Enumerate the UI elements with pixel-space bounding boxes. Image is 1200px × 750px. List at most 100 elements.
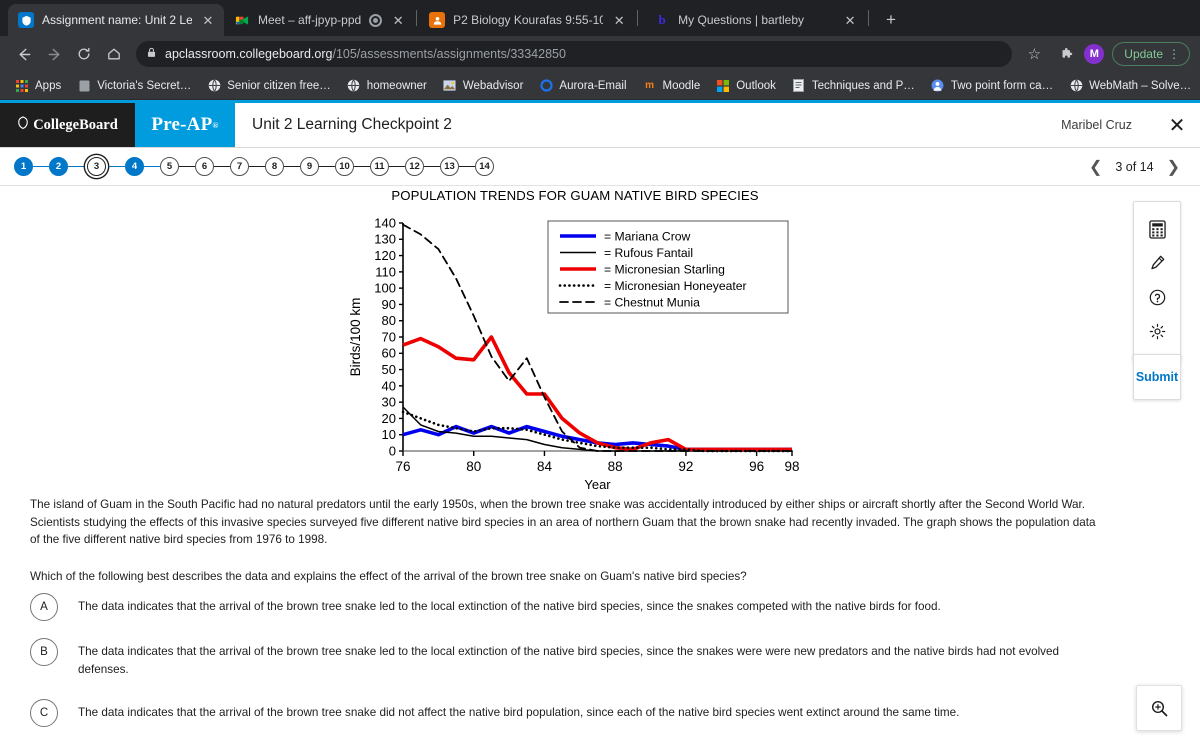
answer-choice-a[interactable]: A The data indicates that the arrival of… — [30, 593, 1090, 621]
svg-text:92: 92 — [678, 459, 693, 474]
question-dot-7[interactable]: 7 — [230, 157, 249, 176]
question-connector — [389, 165, 405, 168]
bookmark-webadvisor[interactable]: Webadvisor — [436, 77, 531, 95]
address-bar[interactable]: apclassroom.collegeboard.org/105/assessm… — [136, 41, 1013, 67]
bookmark-senior-citizen[interactable]: Senior citizen free… — [200, 77, 338, 95]
zoom-in-icon[interactable] — [1136, 685, 1182, 731]
tab-close-icon[interactable]: ✕ — [842, 12, 858, 28]
browser-tab-3[interactable]: b My Questions | bartleby ✕ — [640, 4, 866, 36]
update-button[interactable]: Update ⋮ — [1112, 42, 1190, 66]
bookmark-star-icon[interactable]: ☆ — [1020, 40, 1048, 68]
svg-text:120: 120 — [374, 248, 396, 263]
tab-title: Assignment name: Unit 2 Learn — [42, 13, 192, 27]
question-dot-5[interactable]: 5 — [160, 157, 179, 176]
question-dot-2[interactable]: 2 — [49, 157, 68, 176]
profile-avatar[interactable]: M — [1084, 44, 1105, 64]
question-dot-track: 1 2 3 4 5 6 7 8 9 10 11 12 13 14 — [14, 157, 494, 176]
tab-close-icon[interactable]: ✕ — [390, 12, 406, 28]
page-icon — [77, 79, 91, 93]
globe-icon — [207, 79, 221, 93]
bookmark-victorias-secret[interactable]: Victoria's Secret… — [70, 77, 198, 95]
prev-question-button[interactable]: ❮ — [1089, 157, 1102, 177]
svg-text:Year: Year — [584, 477, 611, 492]
question-dot-9[interactable]: 9 — [300, 157, 319, 176]
question-pager: ❮ 3 of 14 ❯ — [1089, 157, 1186, 177]
svg-text:140: 140 — [374, 215, 396, 230]
bookmark-webmath[interactable]: WebMath – Solve… — [1062, 77, 1198, 95]
question-dot-10[interactable]: 10 — [335, 157, 354, 176]
person-icon — [931, 79, 945, 93]
question-dot-14[interactable]: 14 — [475, 157, 494, 176]
settings-gear-icon[interactable] — [1140, 314, 1174, 348]
question-dot-6[interactable]: 6 — [195, 157, 214, 176]
svg-text:76: 76 — [395, 459, 410, 474]
bookmark-outlook[interactable]: Outlook — [709, 77, 783, 95]
choice-letter-b[interactable]: B — [30, 638, 58, 666]
bookmark-aurora-email[interactable]: Aurora-Email — [532, 77, 633, 95]
svg-text:98: 98 — [784, 459, 799, 474]
highlighter-icon[interactable] — [1140, 246, 1174, 280]
svg-text:= Rufous Fantail: = Rufous Fantail — [604, 246, 693, 260]
question-connector — [354, 165, 370, 168]
question-connector — [68, 165, 84, 168]
browser-tab-2[interactable]: P2 Biology Kourafas 9:55-10:4 ✕ — [419, 4, 635, 36]
question-connector — [459, 165, 475, 168]
bookmark-label: Aurora-Email — [559, 79, 627, 92]
tab-divider — [637, 10, 639, 26]
answer-choice-c[interactable]: C The data indicates that the arrival of… — [30, 699, 1090, 727]
tab-close-icon[interactable]: ✕ — [200, 12, 216, 28]
tab-title: Meet – aff-jpyp-ppd — [258, 13, 362, 27]
question-connector — [424, 165, 440, 168]
calculator-icon[interactable] — [1140, 212, 1174, 246]
question-navigation: 1 2 3 4 5 6 7 8 9 10 11 12 13 14 ❮ 3 of … — [0, 148, 1200, 186]
question-dot-4[interactable]: 4 — [125, 157, 144, 176]
submit-button[interactable]: Submit — [1133, 354, 1181, 400]
google-meet-icon — [234, 12, 250, 28]
close-assignment-button[interactable]: ✕ — [1154, 103, 1200, 147]
url-path: /105/assessments/assignments/33342850 — [332, 47, 566, 61]
answer-choices: A The data indicates that the arrival of… — [30, 593, 1090, 741]
passage-text: The island of Guam in the South Pacific … — [30, 498, 1096, 546]
question-dot-12[interactable]: 12 — [405, 157, 424, 176]
bookmark-two-point-form[interactable]: Two point form ca… — [924, 77, 1060, 95]
browser-chrome: Assignment name: Unit 2 Learn ✕ Meet – a… — [0, 0, 1200, 100]
svg-text:30: 30 — [382, 395, 396, 410]
reload-button[interactable] — [70, 40, 98, 68]
home-button[interactable] — [100, 40, 128, 68]
question-connector — [109, 165, 125, 168]
svg-text:0: 0 — [389, 443, 396, 458]
tab-close-icon[interactable]: ✕ — [611, 12, 627, 28]
answer-choice-b[interactable]: B The data indicates that the arrival of… — [30, 638, 1090, 678]
bookmark-techniques[interactable]: Techniques and P… — [785, 77, 922, 95]
browser-menu-icon[interactable]: ⋮ — [1168, 48, 1180, 60]
question-dot-1[interactable]: 1 — [14, 157, 33, 176]
tab-mute-icon[interactable] — [369, 13, 383, 27]
question-dot-11[interactable]: 11 — [370, 157, 389, 176]
question-dot-8[interactable]: 8 — [265, 157, 284, 176]
question-dot-3[interactable]: 3 — [87, 157, 106, 176]
question-connector — [144, 165, 160, 168]
bookmark-apps[interactable]: Apps — [8, 77, 68, 95]
bookmark-homeowner[interactable]: homeowner — [340, 77, 434, 95]
choice-text-c: The data indicates that the arrival of t… — [78, 706, 960, 719]
extensions-puzzle-icon[interactable] — [1052, 40, 1080, 68]
question-dot-13[interactable]: 13 — [440, 157, 459, 176]
new-tab-button[interactable]: + — [877, 6, 905, 34]
url-text: apclassroom.collegeboard.org/105/assessm… — [165, 47, 566, 61]
choice-letter-a[interactable]: A — [30, 593, 58, 621]
forward-button[interactable] — [40, 40, 68, 68]
svg-text:= Micronesian Starling: = Micronesian Starling — [604, 262, 725, 276]
lock-icon — [146, 47, 157, 61]
browser-tab-0[interactable]: Assignment name: Unit 2 Learn ✕ — [8, 4, 224, 36]
back-button[interactable] — [10, 40, 38, 68]
url-domain: apclassroom.collegeboard.org — [165, 47, 333, 61]
bookmark-moodle[interactable]: m Moodle — [636, 77, 708, 95]
next-question-button[interactable]: ❯ — [1167, 157, 1180, 177]
browser-tab-1[interactable]: Meet – aff-jpyp-ppd ✕ — [224, 4, 414, 36]
help-icon[interactable] — [1140, 280, 1174, 314]
choice-letter-c[interactable]: C — [30, 699, 58, 727]
svg-text:80: 80 — [382, 313, 396, 328]
browser-toolbar: apclassroom.collegeboard.org/105/assessm… — [0, 36, 1200, 72]
figure-population-trends: POPULATION TRENDS FOR GUAM NATIVE BIRD S… — [340, 188, 810, 500]
circle-o-icon — [539, 79, 553, 93]
